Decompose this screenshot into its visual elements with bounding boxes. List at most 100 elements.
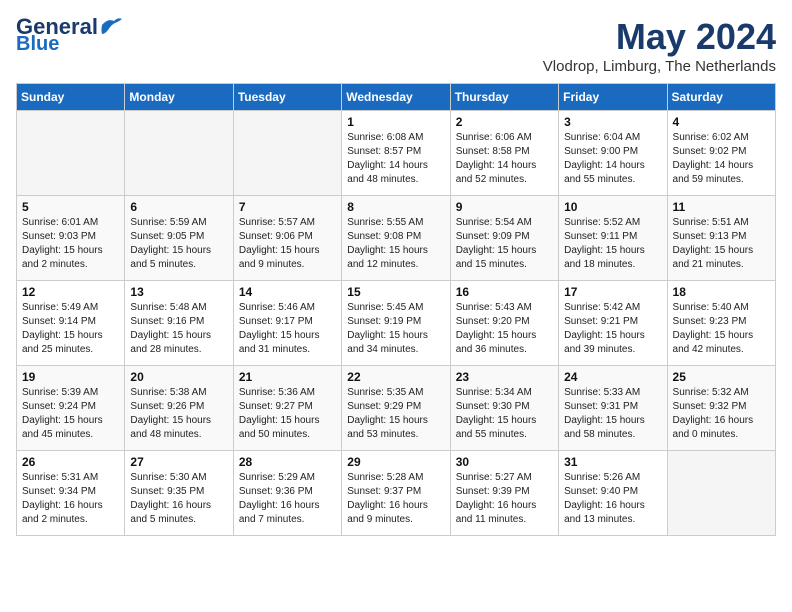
day-number: 7 [239, 200, 336, 214]
calendar-cell: 8Sunrise: 5:55 AM Sunset: 9:08 PM Daylig… [342, 196, 450, 281]
calendar-cell: 9Sunrise: 5:54 AM Sunset: 9:09 PM Daylig… [450, 196, 558, 281]
day-info: Sunrise: 5:33 AM Sunset: 9:31 PM Dayligh… [564, 386, 661, 442]
day-number: 10 [564, 200, 661, 214]
day-number: 8 [347, 200, 444, 214]
day-info: Sunrise: 6:02 AM Sunset: 9:02 PM Dayligh… [673, 131, 770, 187]
calendar-cell: 21 Sunrise: 5:36 AM Sunset: 9:27 PM Dayli… [233, 366, 341, 451]
day-info: Sunrise: 5:35 AM Sunset: 9:29 PM Dayligh… [347, 386, 444, 442]
weekday-header-row: SundayMondayTuesdayWednesdayThursdayFrid… [17, 84, 776, 111]
calendar-cell: 2 Sunrise: 6:06 AM Sunset: 8:58 PM Daylig… [450, 111, 558, 196]
day-info: Sunrise: 5:49 AM Sunset: 9:14 PM Dayligh… [22, 301, 119, 357]
day-info: Sunrise: 6:04 AM Sunset: 9:00 PM Dayligh… [564, 131, 661, 187]
day-info: Sunrise: 5:52 AM Sunset: 9:11 PM Dayligh… [564, 216, 661, 272]
day-info: Sunrise: 5:45 AM Sunset: 9:19 PM Dayligh… [347, 301, 444, 357]
day-number: 2 [456, 115, 553, 129]
calendar-cell [667, 451, 775, 536]
calendar-cell: 5Sunrise: 6:01 AM Sunset: 9:03 PM Daylig… [17, 196, 125, 281]
calendar-cell: 26 Sunrise: 5:31 AM Sunset: 9:34 PM Dayli… [17, 451, 125, 536]
day-info: Sunrise: 5:43 AM Sunset: 9:20 PM Dayligh… [456, 301, 553, 357]
calendar-cell: 23 Sunrise: 5:34 AM Sunset: 9:30 PM Dayli… [450, 366, 558, 451]
day-info: Sunrise: 5:42 AM Sunset: 9:21 PM Dayligh… [564, 301, 661, 357]
day-info: Sunrise: 5:36 AM Sunset: 9:27 PM Dayligh… [239, 386, 336, 442]
day-info: Sunrise: 5:27 AM Sunset: 9:39 PM Dayligh… [456, 471, 553, 527]
day-number: 3 [564, 115, 661, 129]
day-info: Sunrise: 5:29 AM Sunset: 9:36 PM Dayligh… [239, 471, 336, 527]
day-info: Sunrise: 5:38 AM Sunset: 9:26 PM Dayligh… [130, 386, 227, 442]
calendar-cell: 22 Sunrise: 5:35 AM Sunset: 9:29 PM Dayli… [342, 366, 450, 451]
calendar-cell: 12 Sunrise: 5:49 AM Sunset: 9:14 PM Dayli… [17, 281, 125, 366]
calendar-cell: 11 Sunrise: 5:51 AM Sunset: 9:13 PM Dayli… [667, 196, 775, 281]
day-info: Sunrise: 5:59 AM Sunset: 9:05 PM Dayligh… [130, 216, 227, 272]
day-number: 29 [347, 455, 444, 469]
calendar-cell: 28Sunrise: 5:29 AM Sunset: 9:36 PM Dayli… [233, 451, 341, 536]
calendar-cell: 31 Sunrise: 5:26 AM Sunset: 9:40 PM Dayli… [559, 451, 667, 536]
day-info: Sunrise: 5:34 AM Sunset: 9:30 PM Dayligh… [456, 386, 553, 442]
day-info: Sunrise: 6:08 AM Sunset: 8:57 PM Dayligh… [347, 131, 444, 187]
calendar-cell [125, 111, 233, 196]
calendar-cell: 27Sunrise: 5:30 AM Sunset: 9:35 PM Dayli… [125, 451, 233, 536]
day-number: 31 [564, 455, 661, 469]
day-number: 17 [564, 285, 661, 299]
calendar-cell: 13 Sunrise: 5:48 AM Sunset: 9:16 PM Dayli… [125, 281, 233, 366]
calendar-cell: 29 Sunrise: 5:28 AM Sunset: 9:37 PM Dayli… [342, 451, 450, 536]
calendar-cell: 19Sunrise: 5:39 AM Sunset: 9:24 PM Dayli… [17, 366, 125, 451]
calendar-cell: 25Sunrise: 5:32 AM Sunset: 9:32 PM Dayli… [667, 366, 775, 451]
day-number: 20 [130, 370, 227, 384]
day-number: 22 [347, 370, 444, 384]
calendar-cell: 3 Sunrise: 6:04 AM Sunset: 9:00 PM Daylig… [559, 111, 667, 196]
logo: General Blue [16, 16, 122, 54]
day-info: Sunrise: 5:31 AM Sunset: 9:34 PM Dayligh… [22, 471, 119, 527]
location-text: Vlodrop, Limburg, The Netherlands [543, 58, 776, 75]
day-info: Sunrise: 5:48 AM Sunset: 9:16 PM Dayligh… [130, 301, 227, 357]
calendar-cell: 4 Sunrise: 6:02 AM Sunset: 9:02 PM Daylig… [667, 111, 775, 196]
day-number: 12 [22, 285, 119, 299]
logo-blue-text: Blue [16, 34, 59, 54]
calendar-week-row: 19Sunrise: 5:39 AM Sunset: 9:24 PM Dayli… [17, 366, 776, 451]
calendar-cell: 15 Sunrise: 5:45 AM Sunset: 9:19 PM Dayli… [342, 281, 450, 366]
day-number: 15 [347, 285, 444, 299]
day-info: Sunrise: 5:51 AM Sunset: 9:13 PM Dayligh… [673, 216, 770, 272]
day-info: Sunrise: 5:54 AM Sunset: 9:09 PM Dayligh… [456, 216, 553, 272]
page-header: General Blue May 2024 Vlodrop, Limburg, … [16, 16, 776, 75]
day-number: 21 [239, 370, 336, 384]
calendar-cell: 16Sunrise: 5:43 AM Sunset: 9:20 PM Dayli… [450, 281, 558, 366]
day-number: 19 [22, 370, 119, 384]
calendar-cell: 1 Sunrise: 6:08 AM Sunset: 8:57 PM Daylig… [342, 111, 450, 196]
weekday-header-sunday: Sunday [17, 84, 125, 111]
title-block: May 2024 Vlodrop, Limburg, The Netherlan… [543, 16, 776, 75]
day-number: 23 [456, 370, 553, 384]
logo-bird-icon [100, 16, 122, 34]
calendar-cell [17, 111, 125, 196]
day-number: 11 [673, 200, 770, 214]
calendar-week-row: 26 Sunrise: 5:31 AM Sunset: 9:34 PM Dayli… [17, 451, 776, 536]
day-info: Sunrise: 5:40 AM Sunset: 9:23 PM Dayligh… [673, 301, 770, 357]
weekday-header-saturday: Saturday [667, 84, 775, 111]
weekday-header-wednesday: Wednesday [342, 84, 450, 111]
day-number: 4 [673, 115, 770, 129]
calendar-cell: 18Sunrise: 5:40 AM Sunset: 9:23 PM Dayli… [667, 281, 775, 366]
day-number: 25 [673, 370, 770, 384]
calendar-week-row: 1 Sunrise: 6:08 AM Sunset: 8:57 PM Daylig… [17, 111, 776, 196]
day-info: Sunrise: 5:46 AM Sunset: 9:17 PM Dayligh… [239, 301, 336, 357]
day-info: Sunrise: 6:06 AM Sunset: 8:58 PM Dayligh… [456, 131, 553, 187]
day-number: 27 [130, 455, 227, 469]
day-number: 24 [564, 370, 661, 384]
day-number: 13 [130, 285, 227, 299]
day-info: Sunrise: 5:26 AM Sunset: 9:40 PM Dayligh… [564, 471, 661, 527]
calendar-cell: 6Sunrise: 5:59 AM Sunset: 9:05 PM Daylig… [125, 196, 233, 281]
calendar-week-row: 12 Sunrise: 5:49 AM Sunset: 9:14 PM Dayli… [17, 281, 776, 366]
day-number: 14 [239, 285, 336, 299]
day-number: 26 [22, 455, 119, 469]
weekday-header-monday: Monday [125, 84, 233, 111]
calendar-cell: 10 Sunrise: 5:52 AM Sunset: 9:11 PM Dayli… [559, 196, 667, 281]
weekday-header-thursday: Thursday [450, 84, 558, 111]
calendar-cell [233, 111, 341, 196]
calendar-cell: 17 Sunrise: 5:42 AM Sunset: 9:21 PM Dayli… [559, 281, 667, 366]
weekday-header-tuesday: Tuesday [233, 84, 341, 111]
calendar-cell: 14 Sunrise: 5:46 AM Sunset: 9:17 PM Dayli… [233, 281, 341, 366]
day-number: 1 [347, 115, 444, 129]
calendar-table: SundayMondayTuesdayWednesdayThursdayFrid… [16, 83, 776, 536]
day-info: Sunrise: 5:57 AM Sunset: 9:06 PM Dayligh… [239, 216, 336, 272]
day-info: Sunrise: 5:28 AM Sunset: 9:37 PM Dayligh… [347, 471, 444, 527]
weekday-header-friday: Friday [559, 84, 667, 111]
